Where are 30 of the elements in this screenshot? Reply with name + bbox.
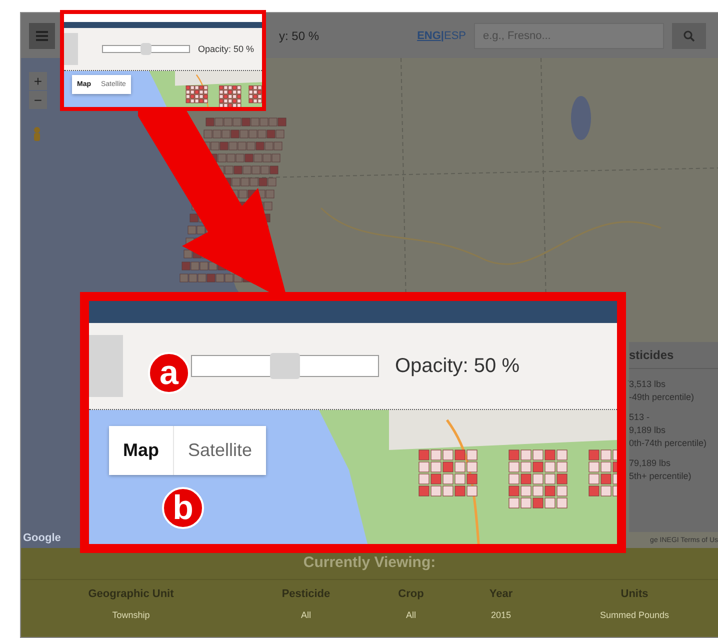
separator: | xyxy=(440,30,444,42)
legend-label: 5th+ percentile) xyxy=(629,471,692,482)
legend-label: 79,189 lbs xyxy=(629,458,672,468)
legend-label: 513 - xyxy=(629,412,651,422)
table-cell-text: Summed Pounds xyxy=(598,609,670,622)
table-cell-text: Township xyxy=(111,609,151,622)
zoom-in-button[interactable]: + xyxy=(29,72,47,90)
menu-icon xyxy=(36,30,48,41)
opacity-slider[interactable] xyxy=(102,45,190,53)
opacity-label: y: 50 % xyxy=(279,28,320,43)
table-cell-text: All xyxy=(404,609,417,622)
map-type-button[interactable]: Map xyxy=(109,426,173,475)
search-button[interactable] xyxy=(672,22,706,49)
map-logo: Google xyxy=(23,532,61,544)
opacity-slider[interactable] xyxy=(191,355,379,377)
opacity-label: Opacity: 50 % xyxy=(395,354,520,378)
table-cell-text: 2015 xyxy=(490,609,512,622)
zoom-out-button[interactable]: − xyxy=(29,91,47,110)
opacity-label: Opacity: 50 % xyxy=(198,44,254,54)
table-cell-text: All xyxy=(300,609,312,622)
legend-label: -49th percentile) xyxy=(629,392,696,402)
legend-label: 9,189 lbs xyxy=(629,425,667,436)
legend-label: 3,513 lbs xyxy=(629,379,667,390)
slider-thumb[interactable] xyxy=(140,43,152,55)
map-type-button[interactable]: Satellite xyxy=(173,426,266,475)
menu-button[interactable] xyxy=(29,22,55,49)
legend-label: 0th-74th percentile) xyxy=(629,438,708,448)
slider-thumb[interactable] xyxy=(270,353,300,379)
search-icon xyxy=(683,30,695,42)
legend-title: sticides xyxy=(629,348,718,370)
